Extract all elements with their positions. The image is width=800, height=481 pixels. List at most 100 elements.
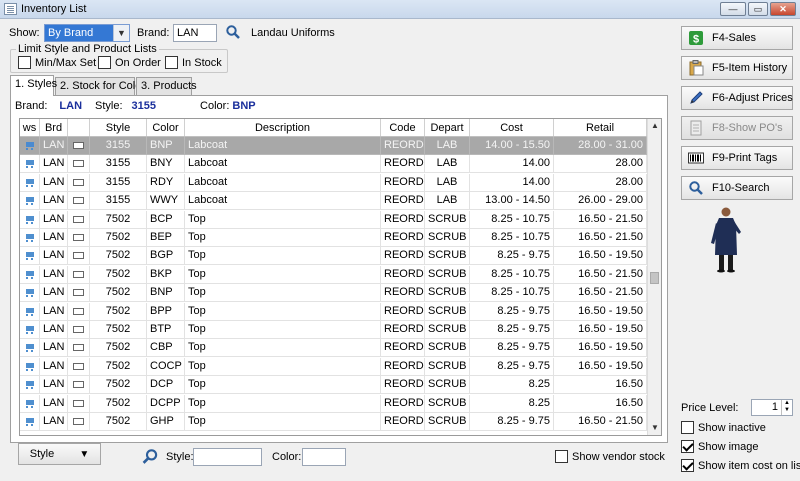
show-image-box[interactable] xyxy=(681,440,694,453)
table-row[interactable]: LAN 7502 BCP Top REORD SCRUB 8.25 - 10.75 16.50… xyxy=(20,210,647,229)
styles-grid[interactable]: ws Brd Style Color Description Code Depart Cost… xyxy=(19,118,662,436)
cell-depart: SCRUB xyxy=(425,413,470,431)
in-stock-box[interactable] xyxy=(165,56,178,69)
keyboard-icon xyxy=(68,265,90,284)
on-order-box[interactable] xyxy=(98,56,111,69)
cell-retail: 28.00 - 31.00 xyxy=(554,137,647,155)
show-inactive-checkbox[interactable]: Show inactive xyxy=(681,421,766,434)
column-header-retail[interactable]: Retail xyxy=(554,119,647,136)
adjust-prices-button[interactable]: F6-Adjust Prices xyxy=(681,86,793,110)
minimize-button[interactable]: — xyxy=(720,2,746,16)
item-history-button[interactable]: F5-Item History xyxy=(681,56,793,80)
column-header-brd[interactable]: Brd xyxy=(40,119,68,136)
table-row[interactable]: LAN 3155 RDY Labcoat REORD LAB 14.00 28.00 xyxy=(20,173,647,192)
bottom-color-input[interactable] xyxy=(302,448,346,466)
min-max-checkbox[interactable]: Min/Max Set xyxy=(18,56,96,69)
column-header-description[interactable]: Description xyxy=(185,119,381,136)
table-row[interactable]: LAN 3155 WWY Labcoat REORD LAB 13.00 - 14.50 26… xyxy=(20,192,647,211)
show-vendor-stock-checkbox[interactable]: Show vendor stock xyxy=(555,450,665,463)
cell-code: REORD xyxy=(381,357,425,376)
brand-name: Landau Uniforms xyxy=(251,27,335,39)
min-max-box[interactable] xyxy=(18,56,31,69)
sales-button[interactable]: $ F4-Sales xyxy=(681,26,793,50)
table-row[interactable]: LAN 7502 CBP Top REORD SCRUB 8.25 - 9.75 16.50 … xyxy=(20,339,647,358)
cart-icon xyxy=(20,155,40,174)
cell-cost: 8.25 - 9.75 xyxy=(470,321,554,339)
cell-code: REORD xyxy=(381,173,425,192)
grid-scrollbar[interactable]: ▲ ▼ xyxy=(647,119,661,435)
column-header-cost[interactable]: Cost xyxy=(470,119,554,136)
show-inactive-box[interactable] xyxy=(681,421,694,434)
show-vendor-stock-box[interactable] xyxy=(555,450,568,463)
cell-code: REORD xyxy=(381,394,425,413)
cart-icon-glyph xyxy=(24,251,35,261)
keyboard-icon-glyph xyxy=(73,270,84,278)
table-row[interactable]: LAN 7502 BEP Top REORD SCRUB 8.25 - 10.75 16.50… xyxy=(20,229,647,247)
column-header-depart[interactable]: Depart xyxy=(425,119,470,136)
show-image-checkbox[interactable]: Show image xyxy=(681,440,759,453)
keyboard-icon-glyph xyxy=(73,344,84,352)
bottom-style-input[interactable] xyxy=(193,448,262,466)
table-row[interactable]: LAN 7502 BKP Top REORD SCRUB 8.25 - 10.75 16.50… xyxy=(20,265,647,284)
cell-color: RDY xyxy=(147,173,185,192)
table-row[interactable]: LAN 7502 BNP Top REORD SCRUB 8.25 - 10.75 16.50… xyxy=(20,284,647,303)
column-header-color[interactable]: Color xyxy=(147,119,185,136)
table-row[interactable]: LAN 3155 BNY Labcoat REORD LAB 14.00 28.00 xyxy=(20,155,647,174)
cart-icon xyxy=(20,357,40,376)
style-sort-dropdown[interactable]: Style ▼ xyxy=(18,443,101,465)
cell-style: 7502 xyxy=(90,247,147,266)
table-row[interactable]: LAN 7502 BGP Top REORD SCRUB 8.25 - 9.75 16.50 … xyxy=(20,247,647,266)
search-button-label: F10-Search xyxy=(712,182,770,194)
brand-search-icon[interactable] xyxy=(225,24,241,40)
show-pos-button[interactable]: F8-Show PO's xyxy=(681,116,793,140)
column-header-code[interactable]: Code xyxy=(381,119,425,136)
tab-styles[interactable]: 1. Styles xyxy=(10,75,57,96)
column-header-ws[interactable]: ws xyxy=(20,119,40,136)
on-order-checkbox[interactable]: On Order xyxy=(98,56,161,69)
dollar-icon: $ xyxy=(688,30,704,46)
show-item-cost-checkbox[interactable]: Show item cost on list xyxy=(681,459,800,472)
cell-cost: 8.25 - 9.75 xyxy=(470,302,554,321)
scroll-down-icon[interactable]: ▼ xyxy=(648,421,661,435)
table-row[interactable]: LAN 7502 BPP Top REORD SCRUB 8.25 - 9.75 16.50 … xyxy=(20,302,647,321)
cell-code: REORD xyxy=(381,210,425,229)
table-row[interactable]: LAN 7502 DCP Top REORD SCRUB 8.25 16.50 xyxy=(20,376,647,395)
table-row[interactable]: LAN 7502 DCPP Top REORD SCRUB 8.25 16.50 xyxy=(20,394,647,413)
table-row[interactable]: LAN 3155 BNP Labcoat REORD LAB 14.00 - 15.50 28… xyxy=(20,137,647,155)
in-stock-checkbox[interactable]: In Stock xyxy=(165,56,222,69)
cell-brd: LAN xyxy=(40,192,68,211)
cell-cost: 13.00 - 14.50 xyxy=(470,192,554,211)
tab-products[interactable]: 3. Products xyxy=(136,77,197,95)
cell-depart: SCRUB xyxy=(425,247,470,266)
column-header-kbd[interactable] xyxy=(68,119,90,136)
keyboard-icon xyxy=(68,229,90,247)
stepper-arrows-icon[interactable]: ▲ ▼ xyxy=(781,400,792,415)
price-level-stepper[interactable]: 1 ▲ ▼ xyxy=(751,399,793,416)
tab-stock-for-color[interactable]: 2. Stock for Color xyxy=(55,77,145,95)
scroll-thumb[interactable] xyxy=(650,272,659,284)
cell-style: 7502 xyxy=(90,302,147,321)
table-row[interactable]: LAN 7502 BTP Top REORD SCRUB 8.25 - 9.75 16.50 … xyxy=(20,321,647,339)
show-item-cost-box[interactable] xyxy=(681,459,694,472)
brand-input[interactable]: LAN xyxy=(173,24,217,42)
search-icon[interactable] xyxy=(142,448,159,465)
search-button[interactable]: F10-Search xyxy=(681,176,793,200)
keyboard-icon xyxy=(68,302,90,321)
maximize-button[interactable]: ▭ xyxy=(748,2,768,16)
chevron-down-icon[interactable]: ▼ xyxy=(113,25,129,41)
table-row[interactable]: LAN 7502 COCP Top REORD SCRUB 8.25 - 9.75 16.50… xyxy=(20,357,647,376)
cell-code: REORD xyxy=(381,302,425,321)
show-inactive-label: Show inactive xyxy=(698,421,766,434)
scroll-up-icon[interactable]: ▲ xyxy=(648,119,661,133)
show-select[interactable]: By Brand ▼ xyxy=(44,24,130,42)
print-tags-button[interactable]: F9-Print Tags xyxy=(681,146,793,170)
keyboard-icon-glyph xyxy=(73,399,84,407)
cell-code: REORD xyxy=(381,321,425,339)
cell-brd: LAN xyxy=(40,173,68,192)
cell-retail: 16.50 - 21.50 xyxy=(554,413,647,431)
cell-brd: LAN xyxy=(40,302,68,321)
price-level-value: 1 xyxy=(771,401,778,413)
close-button[interactable]: ✕ xyxy=(770,2,796,16)
column-header-style[interactable]: Style xyxy=(90,119,147,136)
table-row[interactable]: LAN 7502 GHP Top REORD SCRUB 8.25 - 9.75 16.50 … xyxy=(20,413,647,431)
